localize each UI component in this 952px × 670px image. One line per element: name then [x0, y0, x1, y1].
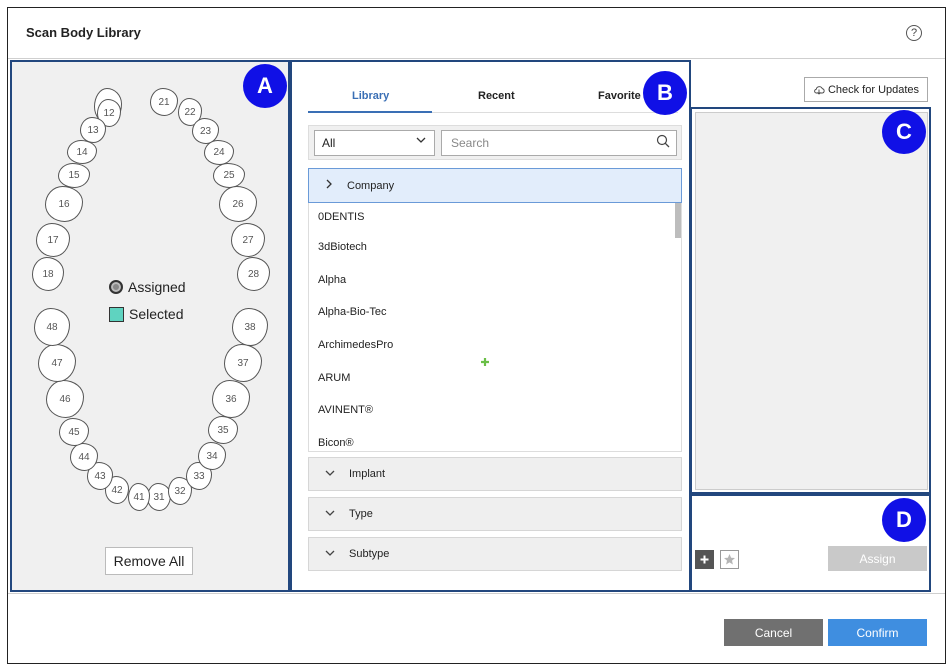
company-header-label: Company — [347, 179, 395, 192]
library-panel: Library Recent Favorite All Search Compa… — [290, 60, 691, 592]
library-tabs: Library Recent Favorite — [308, 82, 678, 113]
tooth-36[interactable]: 36 — [212, 380, 250, 418]
company-list: 0DENTIS 3dBiotech Alpha Alpha-Bio-Tec Ar… — [308, 203, 682, 452]
help-icon[interactable]: ? — [906, 25, 922, 41]
legend-assigned: Assigned — [109, 279, 186, 295]
list-item[interactable]: ARUM — [309, 361, 681, 394]
tooth-37[interactable]: 37 — [224, 344, 262, 382]
list-item[interactable]: Alpha-Bio-Tec — [309, 296, 681, 329]
implant-label: Implant — [349, 468, 386, 480]
search-placeholder: Search — [451, 136, 490, 150]
badge-d: D — [882, 498, 926, 542]
tooth-41[interactable]: 41 — [128, 483, 150, 511]
drag-plus-icon — [480, 354, 490, 370]
tooth-13[interactable]: 13 — [80, 117, 106, 143]
filter-select[interactable]: All — [314, 130, 435, 156]
chevron-down-icon — [325, 509, 335, 520]
tooth-27[interactable]: 27 — [231, 223, 265, 257]
subtype-label: Subtype — [349, 548, 390, 560]
legend-selected: Selected — [109, 306, 183, 322]
tooth-chart-panel: 11 12 13 14 15 16 17 18 21 22 23 24 25 2… — [10, 60, 290, 592]
header-divider — [8, 58, 945, 59]
legend-selected-label: Selected — [129, 306, 184, 322]
tooth-47[interactable]: 47 — [38, 344, 76, 382]
tooth-28[interactable]: 28 — [237, 257, 270, 291]
tooth-14[interactable]: 14 — [67, 140, 97, 164]
search-icon[interactable] — [656, 134, 670, 148]
tab-favorite[interactable]: Favorite — [598, 90, 641, 102]
chevron-down-icon — [416, 135, 426, 148]
implant-accordion[interactable]: Implant — [308, 457, 682, 491]
tooth-21[interactable]: 21 — [150, 88, 178, 116]
add-icon[interactable] — [695, 550, 714, 569]
footer-divider — [8, 593, 945, 594]
legend-assigned-label: Assigned — [128, 279, 186, 295]
favorite-star-icon[interactable] — [720, 550, 739, 569]
chevron-right-icon — [325, 179, 333, 192]
tooth-16[interactable]: 16 — [45, 186, 83, 222]
tooth-46[interactable]: 46 — [46, 380, 84, 418]
filter-bar: All Search — [308, 125, 682, 160]
tab-recent[interactable]: Recent — [478, 90, 515, 102]
type-accordion[interactable]: Type — [308, 497, 682, 531]
active-tab-indicator — [308, 111, 432, 113]
tooth-34[interactable]: 34 — [198, 442, 226, 470]
preview-viewport[interactable] — [695, 112, 928, 490]
assign-button[interactable]: Assign — [828, 546, 927, 571]
tooth-26[interactable]: 26 — [219, 186, 257, 222]
assigned-swatch-icon — [109, 280, 123, 294]
check-for-updates-button[interactable]: Check for Updates — [804, 77, 928, 102]
dialog-title: Scan Body Library — [26, 25, 141, 40]
badge-b: B — [643, 71, 687, 115]
chevron-down-icon — [325, 469, 335, 480]
tooth-15[interactable]: 15 — [58, 163, 90, 188]
tooth-48[interactable]: 48 — [34, 308, 70, 346]
search-input[interactable]: Search — [441, 130, 677, 156]
badge-c: C — [882, 110, 926, 154]
tooth-24[interactable]: 24 — [204, 140, 234, 165]
list-item[interactable]: ArchimedesPro — [309, 329, 681, 362]
tooth-25[interactable]: 25 — [213, 163, 245, 188]
list-item[interactable]: Bicon® — [309, 427, 681, 451]
confirm-button[interactable]: Confirm — [828, 619, 927, 646]
subtype-accordion[interactable]: Subtype — [308, 537, 682, 571]
chevron-down-icon — [325, 549, 335, 560]
type-label: Type — [349, 508, 373, 520]
list-item[interactable]: AVINENT® — [309, 394, 681, 427]
badge-a: A — [243, 64, 287, 108]
remove-all-button[interactable]: Remove All — [105, 547, 193, 575]
list-item[interactable]: 0DENTIS — [309, 203, 681, 231]
tooth-17[interactable]: 17 — [36, 223, 70, 257]
filter-select-value: All — [322, 136, 336, 150]
preview-panel — [690, 107, 931, 494]
tooth-35[interactable]: 35 — [208, 416, 238, 444]
list-item[interactable]: 3dBiotech — [309, 231, 681, 264]
list-scrollbar[interactable] — [675, 203, 681, 451]
tooth-45[interactable]: 45 — [59, 418, 89, 446]
tooth-38[interactable]: 38 — [232, 308, 268, 346]
scrollbar-thumb[interactable] — [675, 203, 681, 238]
tooth-18[interactable]: 18 — [32, 257, 64, 291]
cloud-download-icon — [814, 85, 825, 95]
list-item[interactable]: Alpha — [309, 264, 681, 297]
company-accordion-header[interactable]: Company — [308, 168, 682, 203]
tab-library[interactable]: Library — [352, 90, 389, 102]
check-for-updates-label: Check for Updates — [827, 83, 920, 96]
selected-swatch-icon — [109, 306, 124, 322]
cancel-button[interactable]: Cancel — [724, 619, 823, 646]
